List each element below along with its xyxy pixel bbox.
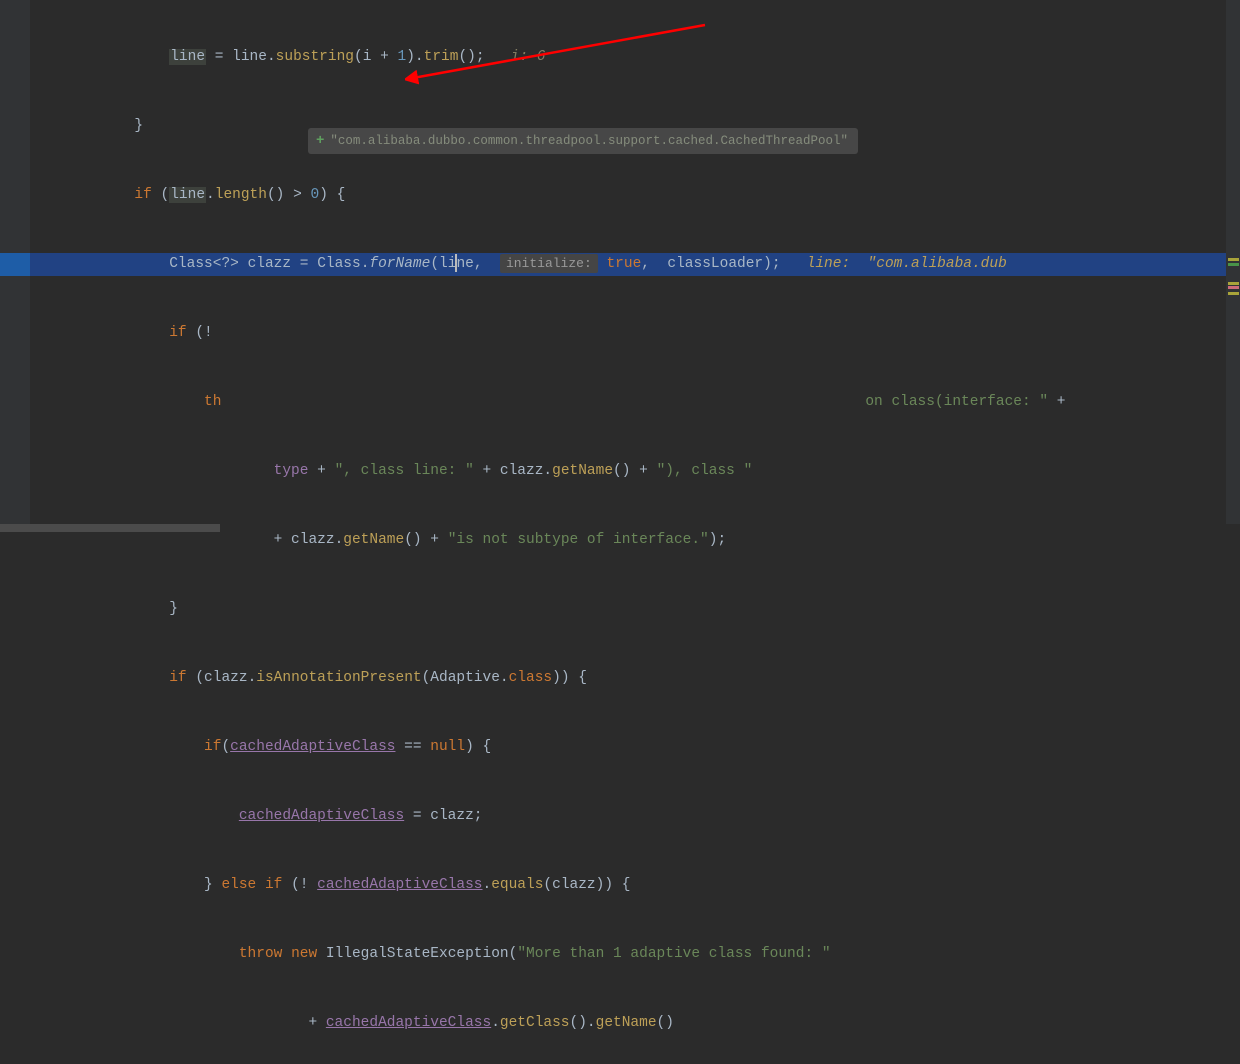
annotation-arrow (405, 22, 715, 92)
marker-warning[interactable] (1228, 292, 1239, 295)
code-line: } (30, 598, 1226, 621)
code-line: th on class(interface: " + (30, 391, 1226, 414)
code-line: + cachedAdaptiveClass.getClass().getName… (30, 1012, 1226, 1035)
plus-icon: + (316, 133, 324, 149)
code-line: if (clazz.isAnnotationPresent(Adaptive.c… (30, 667, 1226, 690)
code-line: + clazz.getName() + "is not subtype of i… (30, 529, 1226, 552)
inline-debug-hint: line: "com.alibaba.dub (807, 256, 1007, 272)
scrollbar-thumb[interactable] (0, 524, 220, 532)
code-line: } else if (! cachedAdaptiveClass.equals(… (30, 874, 1226, 897)
code-line: if (line.length() > 0) { (30, 184, 1226, 207)
parameter-hint: initialize: (500, 254, 598, 273)
tooltip-text: "com.alibaba.dubbo.common.threadpool.sup… (330, 134, 848, 148)
current-line: Class<?> clazz = Class.forName(line, ini… (30, 253, 1226, 276)
marker-error[interactable] (1228, 286, 1239, 289)
marker-warning[interactable] (1228, 282, 1239, 285)
code-line: if (! (30, 322, 1226, 345)
error-stripe[interactable] (1226, 0, 1240, 532)
debug-value-tooltip[interactable]: + "com.alibaba.dubbo.common.threadpool.s… (308, 128, 858, 154)
code-editor[interactable]: line = line.substring(i + 1).trim(); i: … (0, 0, 1240, 532)
code-line: type + ", class line: " + clazz.getName(… (30, 460, 1226, 483)
horizontal-scrollbar[interactable] (0, 524, 1240, 532)
marker-ok[interactable] (1228, 263, 1239, 266)
code-line: cachedAdaptiveClass = clazz; (30, 805, 1226, 828)
code-line: throw new IllegalStateException("More th… (30, 943, 1226, 966)
marker-warning[interactable] (1228, 258, 1239, 261)
code-line: if(cachedAdaptiveClass == null) { (30, 736, 1226, 759)
